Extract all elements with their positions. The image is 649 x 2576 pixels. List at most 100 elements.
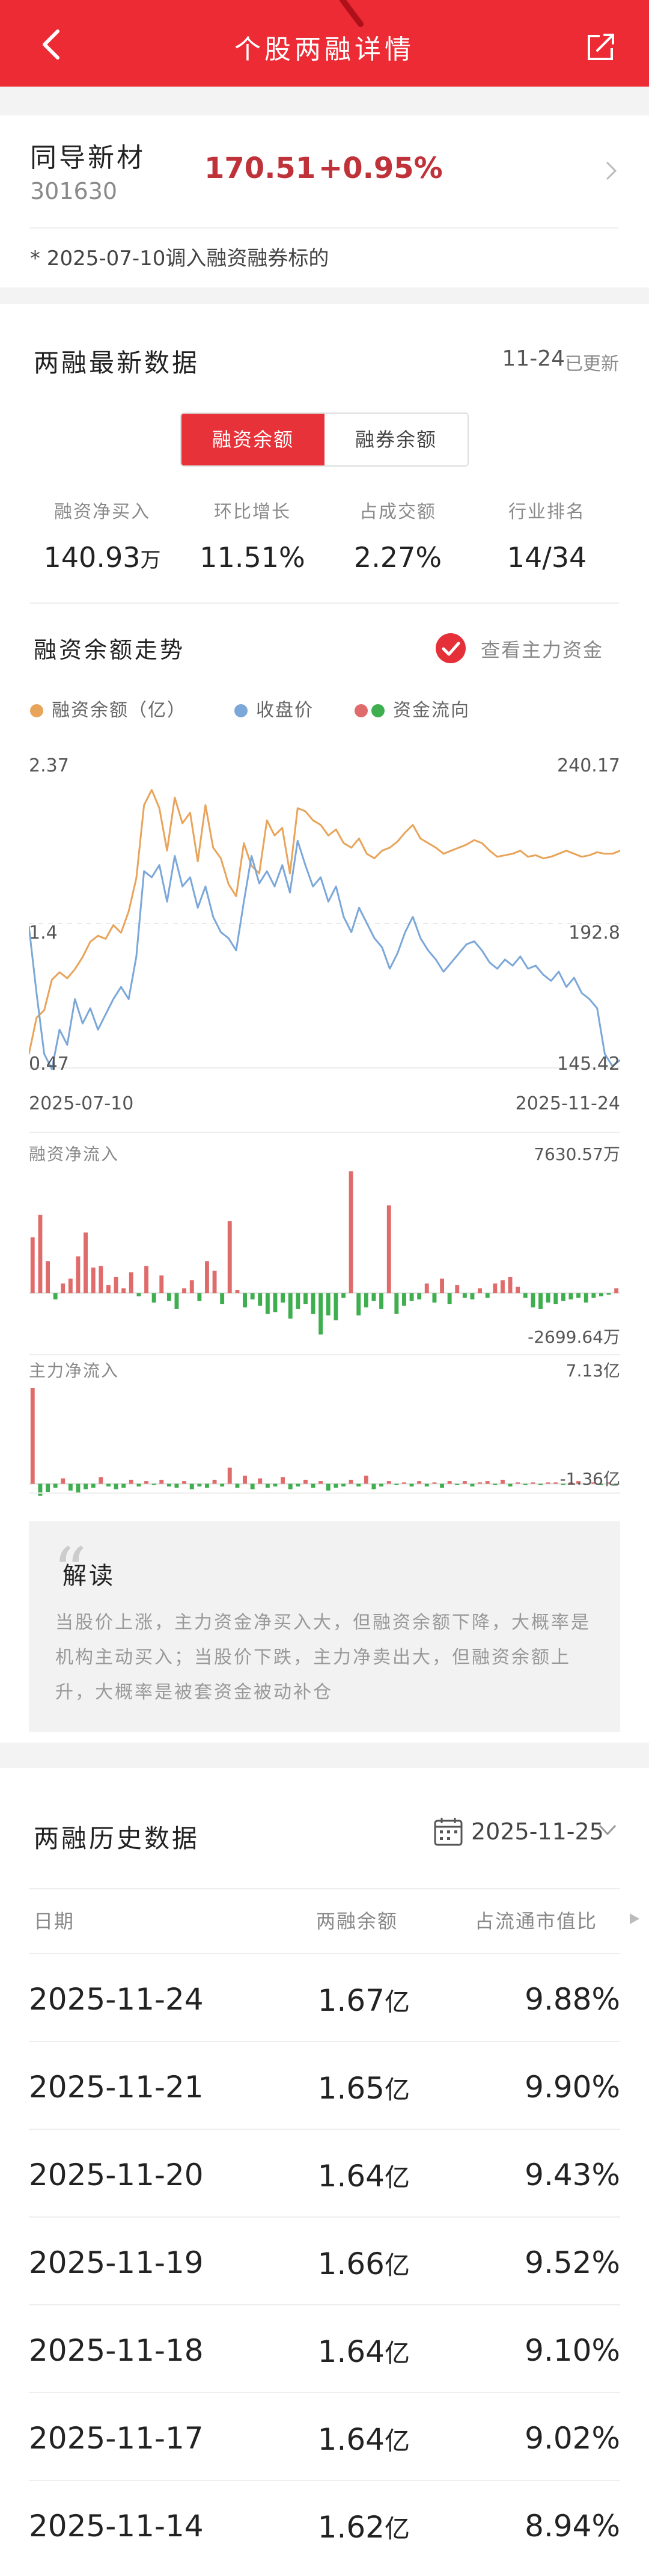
flow-bar <box>379 1293 383 1309</box>
row-date: 2025-11-24 <box>29 1982 204 2017</box>
flow-bar <box>250 1293 255 1299</box>
stock-code: 301630 <box>30 178 118 204</box>
flow-bar <box>106 1483 111 1487</box>
flow-bar <box>371 1293 376 1301</box>
history-row: 2025-11-21 1.65亿 9.90% <box>29 2041 620 2129</box>
flow-bar <box>516 1286 520 1293</box>
history-date-picker[interactable]: 2025-11-25 <box>471 1818 604 1845</box>
flow-bar <box>265 1483 270 1488</box>
flow-bar <box>341 1483 346 1487</box>
flow-bar <box>311 1293 315 1314</box>
flow-bar <box>144 1481 148 1484</box>
flow-bar <box>61 1283 66 1293</box>
row-date: 2025-11-21 <box>29 2070 204 2105</box>
flow-bar <box>516 1482 520 1484</box>
flow-bar <box>531 1482 535 1484</box>
flow-bar <box>281 1293 285 1303</box>
flow-bar <box>424 1283 429 1293</box>
flow-bar <box>402 1482 406 1484</box>
flow-bar <box>30 1388 35 1484</box>
row-ratio: 9.88% <box>525 1982 620 2017</box>
legend-dot <box>234 704 248 717</box>
flow-bar <box>235 1290 240 1293</box>
tab-securities-lending-balance[interactable]: 融券余额 <box>324 414 468 465</box>
y-left-tick: 2.37 <box>29 755 69 776</box>
row-balance: 1.64 <box>317 2334 385 2369</box>
flow-bar <box>227 1467 232 1484</box>
flow-bar <box>508 1277 513 1293</box>
flow-bar <box>478 1288 482 1293</box>
interpretation-title: 解读 <box>62 1562 115 1590</box>
chevron-down-icon[interactable] <box>597 1823 618 1838</box>
y-left-tick: 1.4 <box>29 922 58 943</box>
flow-bar <box>235 1483 240 1488</box>
flow-bar <box>409 1483 414 1487</box>
checkbox-checked-icon[interactable] <box>434 631 468 665</box>
flow-bar <box>212 1479 217 1484</box>
flow-bar <box>334 1483 338 1488</box>
y-right-tick: 192.8 <box>568 922 620 943</box>
flow-bar <box>606 1293 611 1295</box>
chevron-right-icon[interactable] <box>602 159 620 183</box>
flow-bar <box>212 1271 217 1293</box>
column-header-date: 日期 <box>34 1910 75 1933</box>
flow-bar <box>53 1293 58 1299</box>
flow-bar <box>258 1293 263 1306</box>
flow-bar <box>265 1293 270 1314</box>
flow-bar <box>493 1483 498 1485</box>
flow-bar <box>84 1483 88 1489</box>
flow-bar <box>121 1483 126 1488</box>
flow-bar <box>220 1293 225 1304</box>
flow-bar <box>364 1476 368 1484</box>
flow-bar <box>478 1482 482 1484</box>
view-main-funds-label[interactable]: 查看主力资金 <box>481 635 603 663</box>
flow-bar <box>166 1293 171 1301</box>
flow-bar <box>341 1293 346 1298</box>
row-date: 2025-11-19 <box>29 2245 204 2280</box>
flow-bar <box>106 1285 111 1293</box>
flow-bar <box>166 1483 171 1487</box>
flow-bar <box>53 1483 58 1488</box>
flow-bar <box>197 1293 202 1301</box>
flow-bar <box>326 1483 331 1491</box>
tab-financing-balance[interactable]: 融资余额 <box>181 414 324 465</box>
share-icon[interactable] <box>584 30 618 64</box>
stat-value: 2.27% <box>353 541 442 574</box>
stat-label: 行业排名 <box>508 501 585 523</box>
scroll-right-icon[interactable] <box>629 1912 641 1925</box>
flow-bar <box>440 1278 444 1293</box>
row-date: 2025-11-14 <box>29 2509 204 2544</box>
divider <box>29 1354 620 1355</box>
divider <box>29 1888 620 1889</box>
app-header: 个股两融详情 <box>0 0 649 87</box>
row-balance: 1.65 <box>317 2071 385 2106</box>
flow-bar <box>531 1293 535 1308</box>
flow-bar <box>91 1268 96 1293</box>
row-date: 2025-11-20 <box>29 2157 204 2192</box>
column-header-balance: 两融余额 <box>316 1910 398 1933</box>
flow-bar <box>99 1266 103 1293</box>
bar-max-label: 7630.57万 <box>534 1144 620 1164</box>
flow-bar <box>553 1293 558 1304</box>
stock-card[interactable]: 同导新材 301630 170.51 +0.95% * 2025-07-10调入… <box>0 115 649 287</box>
legend-dot <box>355 704 368 717</box>
stock-price: 170.51 <box>204 152 316 185</box>
row-unit: 亿 <box>384 2514 410 2544</box>
x-end-label: 2025-11-24 <box>515 1093 620 1114</box>
y-right-tick: 240.17 <box>557 755 620 776</box>
flow-bar <box>243 1476 247 1484</box>
flow-bar <box>151 1483 156 1485</box>
balance-type-tabs: 融资余额 融券余额 <box>180 412 469 467</box>
trend-title: 融资余额走势 <box>34 637 186 663</box>
flow-bar <box>68 1483 73 1491</box>
flow-bar <box>189 1483 194 1489</box>
flow-bar <box>318 1481 323 1484</box>
calendar-icon[interactable] <box>433 1816 464 1847</box>
flow-bar <box>501 1280 505 1293</box>
flow-bar <box>417 1293 422 1299</box>
history-row: 2025-11-19 1.66亿 9.52% <box>29 2216 620 2304</box>
stat-unit: 万 <box>140 548 161 572</box>
row-balance: 1.66 <box>317 2246 385 2281</box>
divider <box>29 1132 620 1133</box>
stat-value: 11.51% <box>200 541 305 574</box>
